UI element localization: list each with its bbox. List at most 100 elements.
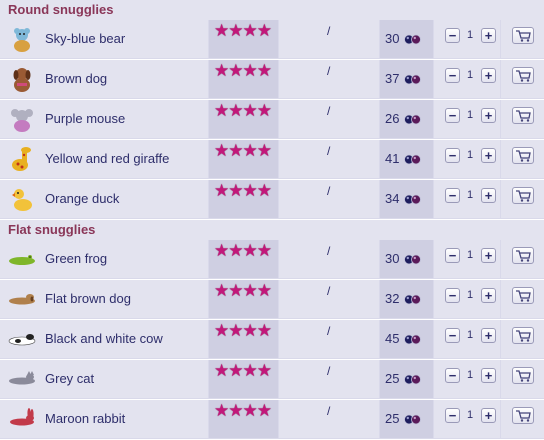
product-catalog: Round snugglies Sky-blue bear ★★★★ / 30 … [0, 0, 544, 440]
flat-cat-icon[interactable] [8, 365, 36, 393]
mouse-icon[interactable] [8, 105, 36, 133]
product-name[interactable]: Maroon rabbit [45, 411, 125, 426]
quantity-value: 1 [467, 189, 474, 201]
product-name[interactable]: Orange duck [45, 191, 119, 206]
separator: / [327, 324, 331, 338]
add-to-cart-button[interactable] [512, 247, 534, 264]
flat-cow-icon[interactable] [8, 325, 36, 353]
separator: / [327, 364, 331, 378]
duck-icon[interactable] [8, 185, 36, 213]
increase-quantity-button[interactable]: + [481, 28, 496, 43]
rating-stars: ★★★★ [214, 181, 272, 200]
rating-stars: ★★★★ [214, 361, 272, 380]
add-to-cart-button[interactable] [512, 147, 534, 164]
currency-coins-icon [404, 33, 422, 45]
product-row: Green frog ★★★★ / 30 − 1 + [0, 240, 544, 280]
decrease-quantity-button[interactable]: − [445, 148, 460, 163]
price-value: 25 [385, 371, 400, 386]
product-name[interactable]: Grey cat [45, 371, 94, 386]
rating-stars: ★★★★ [214, 61, 272, 80]
dog-icon[interactable] [8, 65, 36, 93]
add-to-cart-button[interactable] [512, 327, 534, 344]
decrease-quantity-button[interactable]: − [445, 408, 460, 423]
quantity-value: 1 [467, 409, 474, 421]
product-name[interactable]: Brown dog [45, 71, 107, 86]
increase-quantity-button[interactable]: + [481, 148, 496, 163]
rating-stars: ★★★★ [214, 281, 272, 300]
flat-dog-icon[interactable] [8, 285, 36, 313]
product-name[interactable]: Green frog [45, 251, 107, 266]
separator: / [327, 184, 331, 198]
price-value: 34 [385, 191, 400, 206]
flat-frog-icon[interactable] [8, 245, 36, 273]
currency-coins-icon [404, 293, 422, 305]
quantity-value: 1 [467, 369, 474, 381]
increase-quantity-button[interactable]: + [481, 408, 496, 423]
currency-coins-icon [404, 253, 422, 265]
decrease-quantity-button[interactable]: − [445, 328, 460, 343]
separator: / [327, 24, 331, 38]
quantity-value: 1 [467, 29, 474, 41]
quantity-value: 1 [467, 109, 474, 121]
giraffe-icon[interactable] [8, 145, 36, 173]
add-to-cart-button[interactable] [512, 187, 534, 204]
decrease-quantity-button[interactable]: − [445, 248, 460, 263]
price-value: 30 [385, 31, 400, 46]
separator: / [327, 64, 331, 78]
increase-quantity-button[interactable]: + [481, 248, 496, 263]
decrease-quantity-button[interactable]: − [445, 288, 460, 303]
currency-coins-icon [404, 153, 422, 165]
product-row: Maroon rabbit ★★★★ / 25 − 1 + [0, 400, 544, 440]
product-row: Orange duck ★★★★ / 34 − 1 + [0, 180, 544, 220]
decrease-quantity-button[interactable]: − [445, 28, 460, 43]
increase-quantity-button[interactable]: + [481, 328, 496, 343]
section-header: Round snugglies [0, 0, 544, 20]
separator: / [327, 244, 331, 258]
price-value: 32 [385, 291, 400, 306]
add-to-cart-button[interactable] [512, 407, 534, 424]
product-name[interactable]: Sky-blue bear [45, 31, 125, 46]
product-name[interactable]: Flat brown dog [45, 291, 131, 306]
increase-quantity-button[interactable]: + [481, 108, 496, 123]
rating-stars: ★★★★ [214, 21, 272, 40]
currency-coins-icon [404, 413, 422, 425]
separator: / [327, 144, 331, 158]
section-header: Flat snugglies [0, 220, 544, 240]
add-to-cart-button[interactable] [512, 287, 534, 304]
quantity-value: 1 [467, 289, 474, 301]
quantity-value: 1 [467, 329, 474, 341]
decrease-quantity-button[interactable]: − [445, 188, 460, 203]
price-value: 26 [385, 111, 400, 126]
separator: / [327, 284, 331, 298]
product-row: Yellow and red giraffe ★★★★ / 41 − 1 + [0, 140, 544, 180]
decrease-quantity-button[interactable]: − [445, 68, 460, 83]
flat-rabbit-icon[interactable] [8, 405, 36, 433]
currency-coins-icon [404, 113, 422, 125]
product-row: Black and white cow ★★★★ / 45 − 1 + [0, 320, 544, 360]
rating-stars: ★★★★ [214, 241, 272, 260]
add-to-cart-button[interactable] [512, 27, 534, 44]
add-to-cart-button[interactable] [512, 67, 534, 84]
product-name[interactable]: Black and white cow [45, 331, 163, 346]
decrease-quantity-button[interactable]: − [445, 368, 460, 383]
increase-quantity-button[interactable]: + [481, 188, 496, 203]
product-row: Grey cat ★★★★ / 25 − 1 + [0, 360, 544, 400]
price-value: 37 [385, 71, 400, 86]
quantity-value: 1 [467, 149, 474, 161]
separator: / [327, 404, 331, 418]
product-name[interactable]: Yellow and red giraffe [45, 151, 169, 166]
increase-quantity-button[interactable]: + [481, 368, 496, 383]
increase-quantity-button[interactable]: + [481, 288, 496, 303]
decrease-quantity-button[interactable]: − [445, 108, 460, 123]
currency-coins-icon [404, 73, 422, 85]
product-name[interactable]: Purple mouse [45, 111, 125, 126]
price-value: 41 [385, 151, 400, 166]
currency-coins-icon [404, 193, 422, 205]
bear-icon[interactable] [8, 25, 36, 53]
add-to-cart-button[interactable] [512, 367, 534, 384]
add-to-cart-button[interactable] [512, 107, 534, 124]
product-row: Purple mouse ★★★★ / 26 − 1 + [0, 100, 544, 140]
increase-quantity-button[interactable]: + [481, 68, 496, 83]
rating-stars: ★★★★ [214, 401, 272, 420]
quantity-value: 1 [467, 249, 474, 261]
